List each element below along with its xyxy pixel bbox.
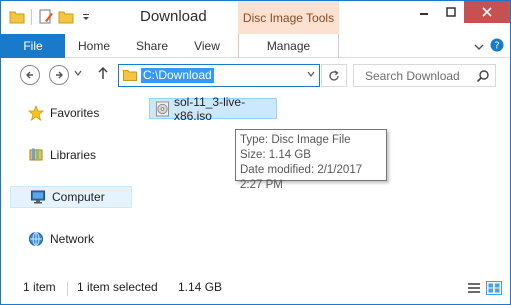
new-folder-icon[interactable]	[56, 7, 76, 27]
tab-file[interactable]: File	[1, 34, 65, 58]
search-box[interactable]	[353, 64, 496, 87]
svg-text:?: ?	[494, 41, 499, 52]
tooltip-modified: Date modified: 2/1/2017 2:27 PM	[240, 164, 363, 191]
minimize-button[interactable]	[410, 1, 437, 23]
maximize-button[interactable]	[437, 1, 464, 23]
address-bar[interactable]: C:\Download	[118, 64, 320, 87]
forward-arrow-icon	[56, 71, 63, 79]
context-tab-title: Disc Image Tools	[238, 1, 339, 34]
selection-count: 1 item selected	[77, 280, 158, 294]
ribbon-tabs: File Home Share View Manage ?	[1, 34, 510, 58]
address-path[interactable]: C:\Download	[141, 68, 214, 83]
recent-locations-dropdown[interactable]	[74, 69, 82, 78]
back-arrow-icon	[26, 71, 33, 79]
window-controls	[410, 1, 510, 23]
explorer-window: Download Disc Image Tools File Home Shar…	[0, 0, 511, 305]
help-icon[interactable]: ?	[490, 38, 504, 55]
quick-access-toolbar	[7, 7, 96, 27]
address-dropdown-icon[interactable]	[307, 70, 315, 79]
star-icon	[27, 104, 45, 122]
details-view-icon	[468, 283, 480, 293]
tab-manage[interactable]: Manage	[238, 34, 339, 58]
properties-icon[interactable]	[36, 7, 56, 27]
network-icon	[27, 230, 45, 248]
list-item[interactable]: sol-11_3-live-x86.iso	[149, 95, 277, 123]
sidebar-item-libraries[interactable]: Libraries	[9, 144, 132, 166]
expand-ribbon-icon[interactable]	[474, 40, 484, 54]
navigation-pane: Favorites Libraries Computer Network	[1, 93, 132, 268]
sidebar-item-favorites[interactable]: Favorites	[9, 102, 132, 124]
view-switcher	[466, 281, 502, 295]
qat-divider	[31, 9, 32, 25]
file-tooltip: Type: Disc Image File Size: 1.14 GB Date…	[235, 129, 387, 191]
tooltip-size: Size: 1.14 GB	[240, 149, 311, 161]
tab-view[interactable]: View	[181, 34, 233, 58]
folder-icon[interactable]	[7, 7, 27, 27]
status-bar: 1 item 1 item selected 1.14 GB	[1, 278, 510, 304]
back-button[interactable]	[20, 65, 40, 85]
sidebar-item-computer[interactable]: Computer	[10, 186, 132, 208]
sidebar-item-label: Favorites	[50, 106, 100, 120]
sidebar-item-network[interactable]: Network	[9, 228, 132, 250]
tooltip-type: Type: Disc Image File	[240, 134, 351, 146]
search-icon[interactable]	[476, 69, 490, 83]
sidebar-item-label: Libraries	[50, 148, 97, 162]
selection-size: 1.14 GB	[178, 280, 223, 294]
refresh-icon	[329, 69, 339, 81]
sidebar-item-label: Network	[50, 232, 95, 246]
window-title: Download	[140, 8, 207, 25]
customize-qat-icon[interactable]	[76, 7, 96, 27]
search-input[interactable]	[354, 65, 476, 86]
up-arrow-icon	[98, 66, 108, 79]
disc-image-icon	[155, 101, 170, 116]
navigation-bar: C:\Download	[1, 59, 510, 91]
computer-icon	[29, 188, 47, 206]
large-icons-view-icon	[488, 283, 500, 293]
file-list: sol-11_3-live-x86.iso Type: Disc Image F…	[132, 93, 510, 268]
tab-share[interactable]: Share	[123, 34, 181, 58]
up-button[interactable]	[97, 66, 109, 84]
item-count: 1 item	[23, 280, 56, 294]
forward-button[interactable]	[49, 65, 69, 85]
libraries-icon	[27, 146, 45, 164]
sidebar-item-label: Computer	[52, 190, 105, 204]
ribbon-right-controls: ?	[474, 38, 504, 55]
file-name: sol-11_3-live-x86.iso	[173, 94, 246, 123]
close-button[interactable]	[464, 1, 510, 23]
refresh-button[interactable]	[321, 64, 347, 87]
details-view-button[interactable]	[466, 281, 482, 295]
tab-home[interactable]: Home	[65, 34, 123, 58]
large-icons-view-button[interactable]	[486, 281, 502, 295]
status-divider	[67, 282, 68, 296]
title-bar: Download Disc Image Tools	[1, 1, 510, 34]
folder-icon	[123, 70, 137, 81]
close-icon	[482, 7, 492, 17]
